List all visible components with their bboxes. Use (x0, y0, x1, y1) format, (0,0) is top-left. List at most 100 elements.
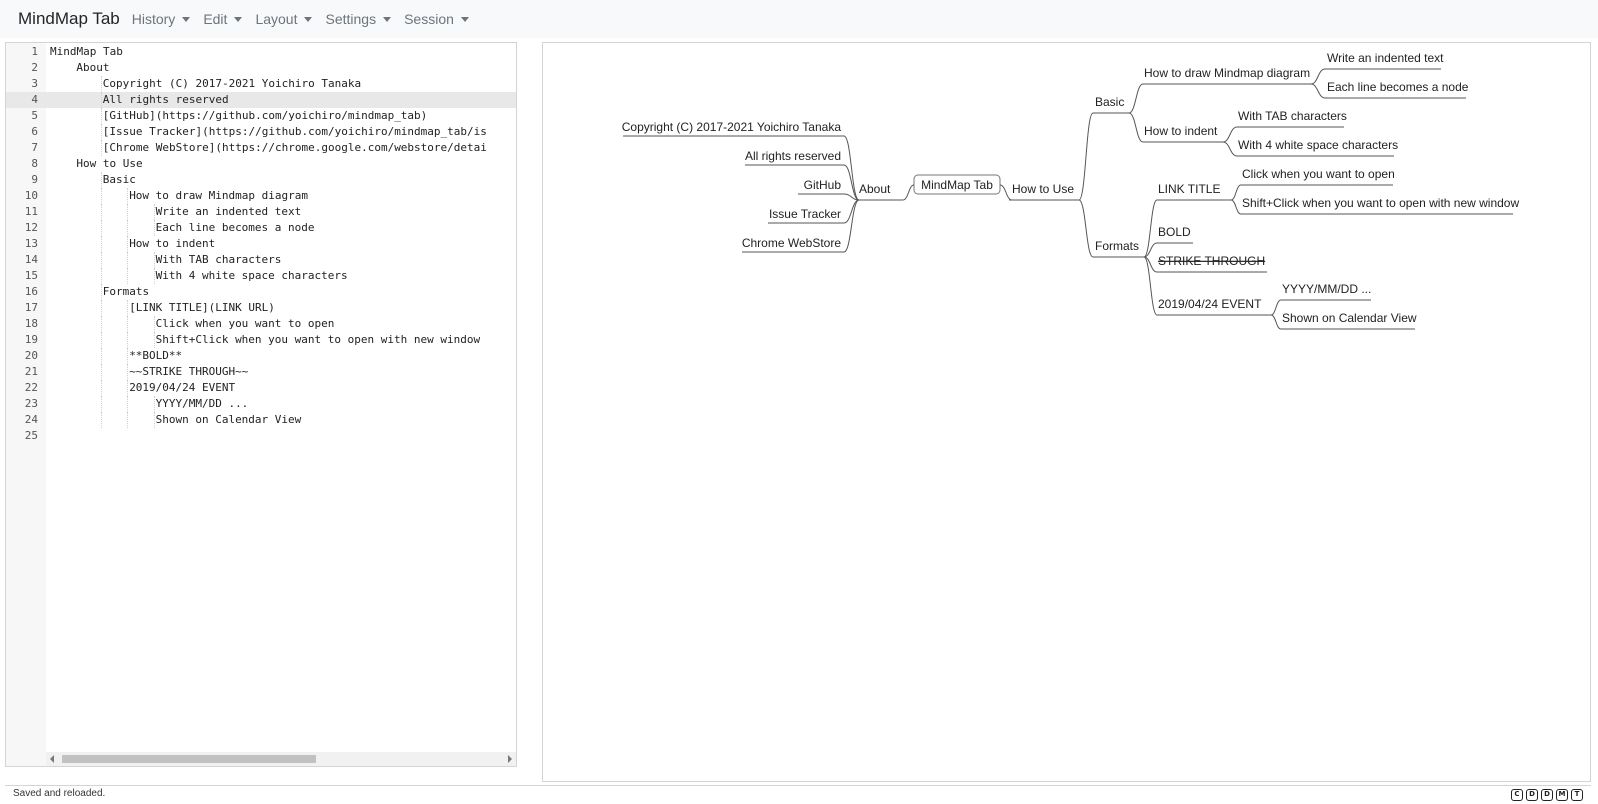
node-leaf[interactable]: With 4 white space characters (1238, 138, 1398, 152)
line-number: 3 (31, 77, 38, 90)
node-how-to-use[interactable]: How to Use (1012, 182, 1074, 196)
line-number: 24 (24, 413, 38, 426)
line-number: 18 (24, 317, 38, 330)
editor-line[interactable]: 5 [GitHub](https://github.com/yoichiro/mi… (6, 108, 516, 124)
indent-guide (153, 396, 155, 412)
indent-guide (153, 412, 155, 428)
scroll-left-icon[interactable] (50, 755, 54, 763)
connector (1270, 314, 1282, 330)
code-text: YYYY/MM/DD ... (155, 397, 249, 410)
connector (1143, 199, 1158, 258)
line-number: 5 (31, 109, 38, 122)
editor-line[interactable]: 18 Click when you want to open (6, 316, 516, 332)
node-event[interactable]: 2019/04/24 EVENT (1158, 297, 1262, 311)
code-text: How to Use (76, 157, 143, 170)
node-leaf[interactable]: Shown on Calendar View (1282, 311, 1417, 325)
line-number: 8 (31, 157, 38, 170)
node-about-child[interactable]: Chrome WebStore (742, 236, 841, 250)
code-text: Copyright (C) 2017-2021 Yoichiro Tanaka (102, 77, 362, 90)
editor-line[interactable]: 4 All rights reserved (6, 92, 516, 108)
text-editor[interactable]: 1 MindMap Tab 2 About 3 Copyright (C) 2017-20… (5, 42, 517, 767)
editor-line[interactable]: 19 Shift+Click when you want to open with… (6, 332, 516, 348)
mindmap-panel[interactable]: MindMap Tab About Copyright (C) 2017-2021 … (542, 42, 1591, 782)
editor-line[interactable]: 23 YYYY/MM/DD ... (6, 396, 516, 412)
node-strike-through[interactable]: STRIKE THROUGH (1158, 254, 1265, 268)
menu-history-label: History (131, 11, 176, 27)
editor-line[interactable]: 25 (6, 428, 516, 444)
menu-session[interactable]: Session (404, 11, 469, 27)
editor-line[interactable]: 14 With TAB characters (6, 252, 516, 268)
scrollbar-thumb[interactable] (62, 755, 316, 763)
scroll-right-icon[interactable] (508, 755, 512, 763)
editor-line[interactable]: 12 Each line becomes a node (6, 220, 516, 236)
editor-line[interactable]: 8 How to Use (6, 156, 516, 172)
node-leaf[interactable]: Shift+Click when you want to open with n… (1242, 196, 1519, 210)
editor-line[interactable]: 24 Shown on Calendar View (6, 412, 516, 428)
editor-line[interactable]: 16 Formats (6, 284, 516, 300)
editor-line[interactable]: 3 Copyright (C) 2017-2021 Yoichiro Tanaka (6, 76, 516, 92)
node-leaf[interactable]: Click when you want to open (1242, 167, 1395, 181)
caret-down-icon (383, 16, 392, 22)
connector (902, 184, 915, 201)
connector (1078, 199, 1094, 258)
node-link-title[interactable]: LINK TITLE (1158, 182, 1220, 196)
mindmap-canvas[interactable]: MindMap Tab About Copyright (C) 2017-2021 … (543, 43, 1592, 783)
editor-line[interactable]: 9 Basic (6, 172, 516, 188)
editor-line[interactable]: 17 [LINK TITLE](LINK URL) (6, 300, 516, 316)
caret-down-icon (182, 16, 191, 22)
editor-line[interactable]: 10 How to draw Mindmap diagram (6, 188, 516, 204)
root-node[interactable]: MindMap Tab (921, 178, 993, 192)
indent-guide (100, 332, 102, 348)
editor-line[interactable]: 11 Write an indented text (6, 204, 516, 220)
editor-line[interactable]: 1 MindMap Tab (6, 44, 516, 60)
editor-line[interactable]: 22 2019/04/24 EVENT (6, 380, 516, 396)
code-text: Click when you want to open (155, 317, 335, 330)
indent-guide (153, 332, 155, 348)
node-about-child[interactable]: Issue Tracker (769, 207, 841, 221)
menu-history[interactable]: History (132, 11, 191, 27)
node-bold[interactable]: BOLD (1158, 225, 1191, 239)
editor-line[interactable]: 15 With 4 white space characters (6, 268, 516, 284)
node-leaf[interactable]: Write an indented text (1327, 51, 1444, 65)
line-number: 19 (24, 333, 38, 346)
editor-line[interactable]: 7 [Chrome WebStore](https://chrome.google… (6, 140, 516, 156)
connector (1128, 112, 1144, 143)
line-number: 21 (24, 365, 38, 378)
line-number: 6 (31, 125, 38, 138)
horizontal-scrollbar[interactable] (46, 752, 516, 766)
node-how-to-draw[interactable]: How to draw Mindmap diagram (1144, 66, 1310, 80)
menu-settings[interactable]: Settings (325, 11, 392, 27)
line-number: 12 (24, 221, 38, 234)
node-leaf[interactable]: YYYY/MM/DD ... (1282, 282, 1371, 296)
indent-guide (153, 204, 155, 220)
menu-layout[interactable]: Layout (255, 11, 313, 27)
node-about-child[interactable]: GitHub (804, 178, 842, 192)
connector (1128, 83, 1144, 114)
node-leaf[interactable]: With TAB characters (1238, 109, 1347, 123)
node-formats[interactable]: Formats (1095, 239, 1139, 253)
editor-line[interactable]: 2 About (6, 60, 516, 76)
node-how-to-indent[interactable]: How to indent (1144, 124, 1218, 138)
node-leaf[interactable]: Each line becomes a node (1327, 80, 1469, 94)
node-about[interactable]: About (859, 182, 891, 196)
editor-line[interactable]: 20 **BOLD** (6, 348, 516, 364)
node-about-child[interactable]: All rights reserved (745, 149, 841, 163)
line-number: 14 (24, 253, 38, 266)
editor-line[interactable]: 13 How to indent (6, 236, 516, 252)
indent-guide (100, 380, 102, 396)
by-badge-icon: D (1526, 789, 1538, 801)
indent-guide (100, 220, 102, 236)
editor-line[interactable]: 6 [Issue Tracker](https://github.com/yoic… (6, 124, 516, 140)
connector (1270, 299, 1282, 316)
caret-down-icon (304, 16, 313, 22)
app-brand[interactable]: MindMap Tab (18, 9, 120, 29)
editor-line[interactable]: 21 ~~STRIKE THROUGH~~ (6, 364, 516, 380)
node-basic[interactable]: Basic (1095, 95, 1124, 109)
indent-guide (127, 364, 129, 380)
node-about-child[interactable]: Copyright (C) 2017-2021 Yoichiro Tanaka (622, 120, 842, 134)
code-text: [GitHub](https://github.com/yoichiro/min… (102, 109, 428, 122)
connector (843, 199, 860, 224)
menu-edit[interactable]: Edit (203, 11, 243, 27)
code-text: How to indent (129, 237, 216, 250)
indent-guide (100, 412, 102, 428)
